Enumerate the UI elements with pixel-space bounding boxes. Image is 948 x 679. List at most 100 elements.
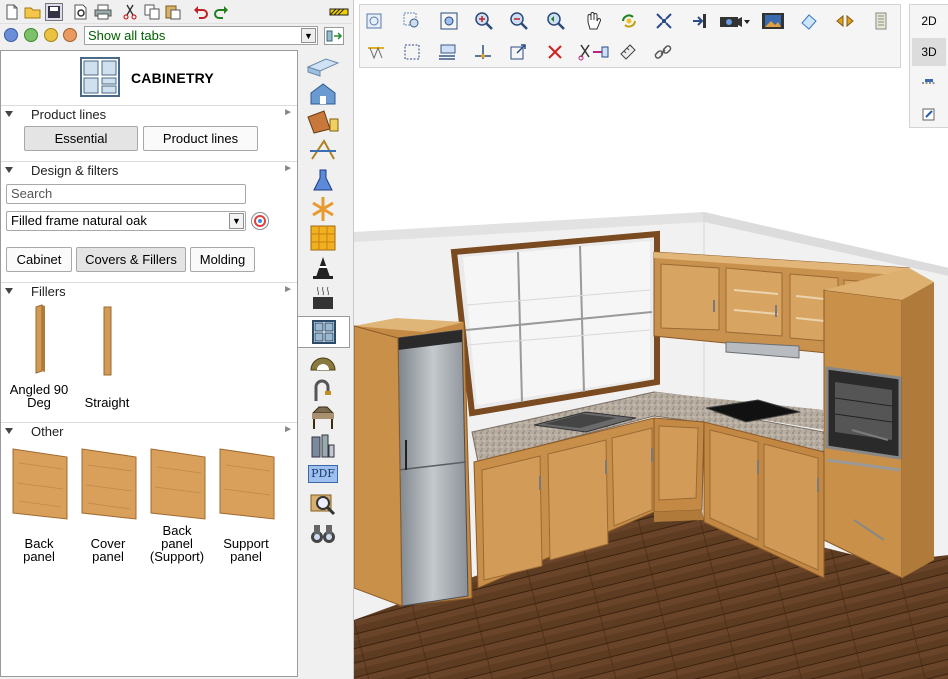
kitchen-3d-render bbox=[354, 212, 948, 679]
item-label: Deg bbox=[27, 395, 51, 410]
print-preview-icon[interactable] bbox=[72, 3, 90, 21]
zoom-fit-icon[interactable] bbox=[438, 10, 460, 32]
fit-all-icon[interactable] bbox=[653, 10, 675, 32]
tab-pdf[interactable]: PDF bbox=[304, 460, 342, 488]
section-fillers[interactable]: Fillers ► bbox=[1, 282, 297, 299]
tab-cone[interactable] bbox=[304, 254, 342, 282]
product-lines-button[interactable]: Product lines bbox=[143, 126, 258, 151]
cut-icon[interactable] bbox=[121, 3, 139, 21]
section-product-lines[interactable]: Product lines ► bbox=[1, 105, 297, 122]
scale-tool-icon[interactable] bbox=[507, 41, 529, 63]
walk-view-icon[interactable] bbox=[688, 10, 710, 32]
tab-appliances[interactable] bbox=[304, 284, 342, 312]
support-panel-thumbnail bbox=[219, 448, 275, 520]
tab-textures[interactable] bbox=[304, 224, 342, 252]
tab-explore[interactable] bbox=[304, 520, 342, 548]
layers-icon[interactable] bbox=[870, 10, 892, 32]
item-label: Straight bbox=[84, 395, 130, 410]
split-tool-icon[interactable] bbox=[577, 41, 611, 63]
camera-dropdown[interactable] bbox=[718, 10, 752, 32]
edit-view-icon[interactable] bbox=[912, 100, 946, 128]
zoom-selection-icon[interactable] bbox=[401, 10, 423, 32]
tab-walls[interactable] bbox=[304, 52, 342, 80]
color-picker-icon[interactable] bbox=[251, 212, 269, 230]
panel-header: CABINETRY bbox=[1, 51, 297, 103]
tab-components[interactable] bbox=[304, 432, 342, 460]
catalog-item-back-panel-support[interactable]: Back panel (Support) bbox=[143, 443, 211, 568]
zoom-in-icon[interactable] bbox=[473, 10, 495, 32]
house-icon bbox=[310, 83, 336, 105]
search-input[interactable]: Search bbox=[6, 184, 246, 204]
chevron-right-icon: ► bbox=[283, 424, 293, 435]
link-icon[interactable] bbox=[652, 41, 674, 63]
cabinet-button[interactable]: Cabinet bbox=[6, 247, 72, 272]
back-panel-thumbnail bbox=[12, 448, 68, 520]
snap-point-icon[interactable] bbox=[472, 41, 494, 63]
3d-viewport[interactable]: 2D 3D bbox=[353, 0, 948, 679]
nav-next-icon[interactable] bbox=[44, 28, 58, 42]
new-file-icon[interactable] bbox=[3, 3, 21, 21]
catalog-item-angled-filler[interactable]: Angled 90 Deg bbox=[5, 303, 73, 413]
view-2d-button[interactable]: 2D bbox=[912, 7, 946, 35]
back-panel-support-thumbnail bbox=[150, 448, 206, 520]
section-label: Fillers bbox=[31, 284, 66, 299]
zoom-previous-icon[interactable] bbox=[545, 10, 567, 32]
tab-lighting[interactable] bbox=[304, 195, 342, 223]
chevron-down-icon[interactable]: ▼ bbox=[229, 213, 244, 229]
tool-pencil-icon[interactable] bbox=[329, 3, 349, 21]
tab-arches[interactable] bbox=[304, 348, 342, 376]
copy-icon[interactable] bbox=[143, 3, 161, 21]
collapse-triangle-icon bbox=[5, 428, 13, 434]
item-label: panel bbox=[23, 549, 55, 564]
tab-search-catalog[interactable] bbox=[304, 490, 342, 518]
flask-icon bbox=[313, 169, 333, 191]
view-3d-button[interactable]: 3D bbox=[912, 38, 946, 66]
dimension-tool-icon[interactable] bbox=[365, 41, 387, 63]
section-design-filters[interactable]: Design & filters ► bbox=[1, 161, 297, 178]
molding-button[interactable]: Molding bbox=[190, 247, 255, 272]
eraser-icon[interactable] bbox=[798, 10, 820, 32]
item-label: panel bbox=[92, 549, 124, 564]
covers-fillers-button[interactable]: Covers & Fillers bbox=[76, 247, 186, 272]
open-folder-icon[interactable] bbox=[24, 3, 42, 21]
undo-icon[interactable] bbox=[192, 3, 210, 21]
flip-icon[interactable] bbox=[834, 10, 856, 32]
tab-plumbing[interactable] bbox=[304, 376, 342, 404]
print-icon[interactable] bbox=[94, 3, 112, 21]
catalog-item-back-panel[interactable]: Back panel bbox=[5, 443, 73, 568]
pan-hand-icon[interactable] bbox=[582, 10, 604, 32]
rotate-view-icon[interactable] bbox=[618, 10, 640, 32]
nav-down-icon[interactable] bbox=[24, 28, 38, 42]
delete-icon[interactable] bbox=[544, 41, 566, 63]
redo-icon[interactable] bbox=[212, 3, 230, 21]
catalog-item-support-panel[interactable]: Support panel bbox=[212, 443, 280, 568]
zoom-level-icon[interactable] bbox=[363, 10, 385, 32]
tab-cabinetry[interactable] bbox=[298, 316, 350, 348]
tab-lab[interactable] bbox=[304, 166, 342, 194]
render-image-icon[interactable] bbox=[761, 10, 785, 32]
save-icon[interactable] bbox=[45, 3, 63, 21]
zoom-out-icon[interactable] bbox=[508, 10, 530, 32]
chevron-down-icon[interactable]: ▼ bbox=[301, 28, 316, 43]
tab-furniture[interactable] bbox=[304, 404, 342, 432]
paste-icon[interactable] bbox=[164, 3, 182, 21]
finish-select[interactable]: Filled frame natural oak ▼ bbox=[6, 211, 246, 231]
select-area-icon[interactable] bbox=[401, 41, 423, 63]
nav-up-icon[interactable] bbox=[4, 28, 18, 42]
compass-icon bbox=[310, 139, 336, 160]
tab-materials[interactable] bbox=[304, 108, 342, 136]
tab-measure[interactable] bbox=[304, 136, 342, 164]
measure-ruler-icon[interactable] bbox=[617, 41, 639, 63]
tab-settings-icon[interactable] bbox=[324, 27, 344, 45]
align-tool-icon[interactable] bbox=[436, 41, 458, 63]
essential-button[interactable]: Essential bbox=[24, 126, 138, 151]
section-view-icon[interactable] bbox=[912, 69, 946, 97]
tabs-filter-select[interactable]: Show all tabs ▼ bbox=[84, 26, 318, 45]
view-toolbar bbox=[359, 4, 901, 68]
nav-last-icon[interactable] bbox=[63, 28, 77, 42]
chevron-right-icon: ► bbox=[283, 163, 293, 174]
catalog-item-straight-filler[interactable]: Straight bbox=[73, 303, 141, 413]
section-other[interactable]: Other ► bbox=[1, 422, 297, 439]
catalog-item-cover-panel[interactable]: Cover panel bbox=[74, 443, 142, 568]
tab-rooms[interactable] bbox=[304, 80, 342, 108]
